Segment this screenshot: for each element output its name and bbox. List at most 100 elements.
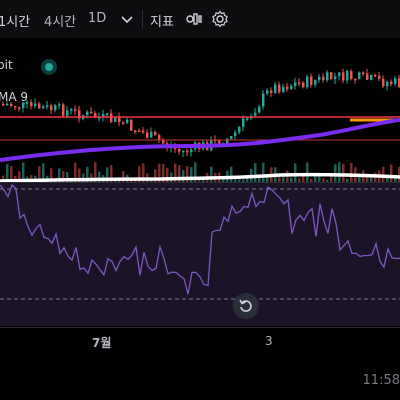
- candle-body: [370, 74, 373, 80]
- candle-body: [306, 76, 309, 88]
- candle-body: [350, 71, 353, 79]
- candle-body: [2, 104, 5, 106]
- candle-body: [30, 102, 33, 107]
- candle-body: [374, 74, 377, 77]
- candle-body: [302, 82, 305, 88]
- footer: 11:58: [0, 353, 400, 400]
- candle-body: [90, 111, 93, 114]
- volume-bar: [338, 162, 341, 183]
- candle-body: [14, 106, 17, 108]
- candle-body: [154, 131, 157, 136]
- candle-body: [338, 72, 341, 77]
- chart-toolbar: 1시간 4시간 1D 지표: [0, 0, 400, 39]
- volume-bar: [154, 169, 157, 183]
- candle-body: [146, 132, 149, 138]
- candle-body: [34, 103, 37, 107]
- candlestick-series: [2, 68, 400, 158]
- candle-body: [266, 90, 269, 94]
- legend-exchange: bit: [0, 58, 13, 72]
- candle-body: [286, 86, 289, 90]
- candle-body: [246, 118, 249, 120]
- candle-body: [282, 86, 285, 93]
- candle-body: [270, 90, 273, 94]
- candle-body: [334, 76, 337, 80]
- candle-body: [346, 71, 349, 81]
- candle-body: [6, 103, 9, 106]
- candle-body: [106, 113, 109, 115]
- candle-body: [294, 82, 297, 86]
- time-label-day: 3: [265, 334, 273, 348]
- indicator-templates-icon[interactable]: [185, 10, 203, 28]
- volume-bar: [166, 167, 169, 183]
- candle-body: [46, 105, 49, 107]
- legend-ma: MA 9: [0, 90, 29, 104]
- toolbar-divider: [142, 10, 143, 28]
- time-label-month: 7월: [92, 336, 112, 350]
- candle-body: [274, 84, 277, 94]
- candle-body: [58, 104, 61, 106]
- candle-body: [330, 72, 333, 80]
- volume-bar: [306, 162, 309, 183]
- candle-body: [54, 105, 57, 111]
- candle-body: [242, 118, 245, 127]
- candle-body: [382, 78, 385, 87]
- candle-body: [62, 104, 65, 116]
- rotate-left-icon: [239, 299, 252, 312]
- candle-body: [230, 135, 233, 139]
- volume-bar: [230, 166, 233, 183]
- rsi-pane[interactable]: [0, 183, 400, 326]
- candle-body: [254, 112, 257, 116]
- clock-time: 11:58: [362, 373, 400, 388]
- candle-body: [318, 76, 321, 81]
- candle-body: [366, 73, 369, 80]
- gear-icon[interactable]: [211, 10, 229, 28]
- candle-body: [18, 107, 21, 109]
- volume-bar: [254, 162, 257, 183]
- volume-bar: [350, 162, 353, 183]
- indicators-button[interactable]: 지표: [150, 11, 174, 30]
- candle-body: [138, 130, 141, 132]
- interval-1h-button[interactable]: 1시간: [0, 11, 30, 30]
- time-axis[interactable]: 7월 3: [0, 328, 400, 353]
- candle-body: [126, 119, 129, 123]
- candle-body: [190, 149, 193, 153]
- rsi-line: [0, 183, 400, 295]
- candle-body: [182, 150, 185, 153]
- candle-body: [122, 122, 125, 124]
- candle-body: [262, 93, 265, 107]
- candle-body: [358, 72, 361, 80]
- candle-body: [258, 106, 261, 113]
- candle-body: [38, 103, 41, 109]
- candle-body: [134, 130, 137, 132]
- interval-1d-button[interactable]: 1D: [88, 11, 106, 26]
- candle-body: [162, 140, 165, 144]
- candle-body: [238, 126, 241, 133]
- rsi-canvas[interactable]: [0, 183, 400, 326]
- candle-body: [362, 72, 365, 75]
- candle-body: [66, 110, 69, 116]
- candle-body: [50, 105, 53, 111]
- candle-body: [310, 76, 313, 85]
- candle-body: [278, 84, 281, 93]
- candle-body: [86, 111, 89, 116]
- reset-chart-button[interactable]: [233, 293, 259, 319]
- interval-4h-button[interactable]: 4시간: [44, 11, 76, 30]
- candle-body: [342, 72, 345, 81]
- live-indicator-icon: [41, 59, 57, 75]
- candle-body: [70, 109, 73, 111]
- volume-bar: [390, 164, 393, 183]
- candle-body: [234, 132, 237, 136]
- candle-body: [326, 72, 329, 81]
- volume-bar: [186, 165, 189, 183]
- candle-body: [178, 148, 181, 152]
- candle-body: [386, 81, 389, 87]
- volume-bar: [210, 166, 213, 183]
- candle-body: [314, 80, 317, 85]
- candle-body: [130, 119, 133, 131]
- candle-body: [150, 131, 153, 138]
- candle-body: [298, 82, 301, 84]
- candle-body: [42, 106, 45, 109]
- candle-body: [186, 150, 189, 153]
- chevron-down-icon[interactable]: [118, 10, 136, 28]
- candle-body: [142, 130, 145, 133]
